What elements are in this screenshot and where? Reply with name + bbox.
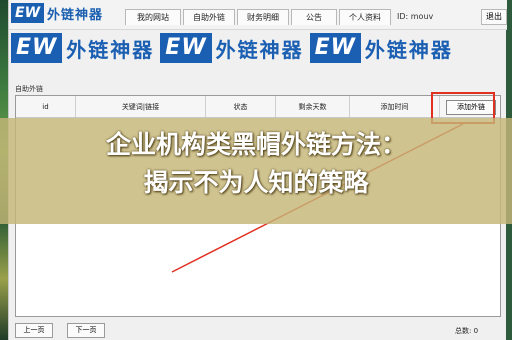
prev-page-button[interactable]: 上一页 bbox=[15, 323, 53, 338]
overlay-title-line2: 揭示不为人知的策略 bbox=[143, 168, 369, 197]
total-count: 总数: 0 bbox=[455, 327, 479, 335]
tab-announcement[interactable]: 公告 bbox=[291, 9, 337, 25]
watermark-text: 外链神器 bbox=[364, 37, 453, 62]
watermark-logo-row: EW 外链神器 EW 外链神器 EW 外链神器 bbox=[9, 30, 507, 66]
col-keyword-link[interactable]: 关键词|链接 bbox=[76, 96, 206, 117]
overlay-title: 企业机构类黑帽外链方法： 揭示不为人知的策略 bbox=[0, 126, 512, 202]
watermark-text: 外链神器 bbox=[66, 37, 155, 62]
logo-name: 外链神器 bbox=[47, 7, 104, 23]
pager-bar: 上一页 下一页 总数: 0 bbox=[9, 320, 507, 340]
app-logo: EW 外链神器 bbox=[11, 2, 131, 24]
col-days-left[interactable]: 剩余天数 bbox=[276, 96, 350, 117]
col-added-time[interactable]: 添加时间 bbox=[350, 96, 440, 117]
watermark-ew-mark: EW bbox=[11, 33, 63, 63]
watermark-ew-mark: EW bbox=[309, 33, 361, 63]
tab-profile[interactable]: 个人资料 bbox=[339, 9, 391, 25]
watermark-text: 外链神器 bbox=[215, 37, 304, 62]
next-page-button[interactable]: 下一页 bbox=[67, 323, 105, 338]
tab-finance[interactable]: 财务明细 bbox=[237, 9, 289, 25]
watermark-logo: EW 外链神器 bbox=[11, 33, 154, 63]
overlay-title-line1: 企业机构类黑帽外链方法： bbox=[105, 130, 406, 159]
exit-button[interactable]: 退出 bbox=[481, 9, 507, 25]
col-id[interactable]: id bbox=[16, 96, 76, 117]
watermark-logo: EW 外链神器 bbox=[309, 33, 453, 63]
watermark-logo: EW 外链神器 bbox=[160, 33, 303, 63]
col-status[interactable]: 状态 bbox=[206, 96, 276, 117]
tab-my-sites[interactable]: 我的网站 bbox=[125, 9, 181, 25]
group-title: 自助外链 bbox=[15, 85, 43, 93]
logo-ew-mark: EW bbox=[11, 3, 45, 23]
table-header: id 关键词|链接 状态 剩余天数 添加时间 bbox=[16, 96, 500, 118]
user-id-label: ID: mouv bbox=[397, 12, 434, 21]
watermark-ew-mark: EW bbox=[160, 33, 212, 63]
tab-self-links[interactable]: 自助外链 bbox=[183, 9, 235, 25]
tab-bar: EW 外链神器 我的网站 自助外链 财务明细 公告 个人资料 ID: mouv … bbox=[9, 0, 507, 30]
